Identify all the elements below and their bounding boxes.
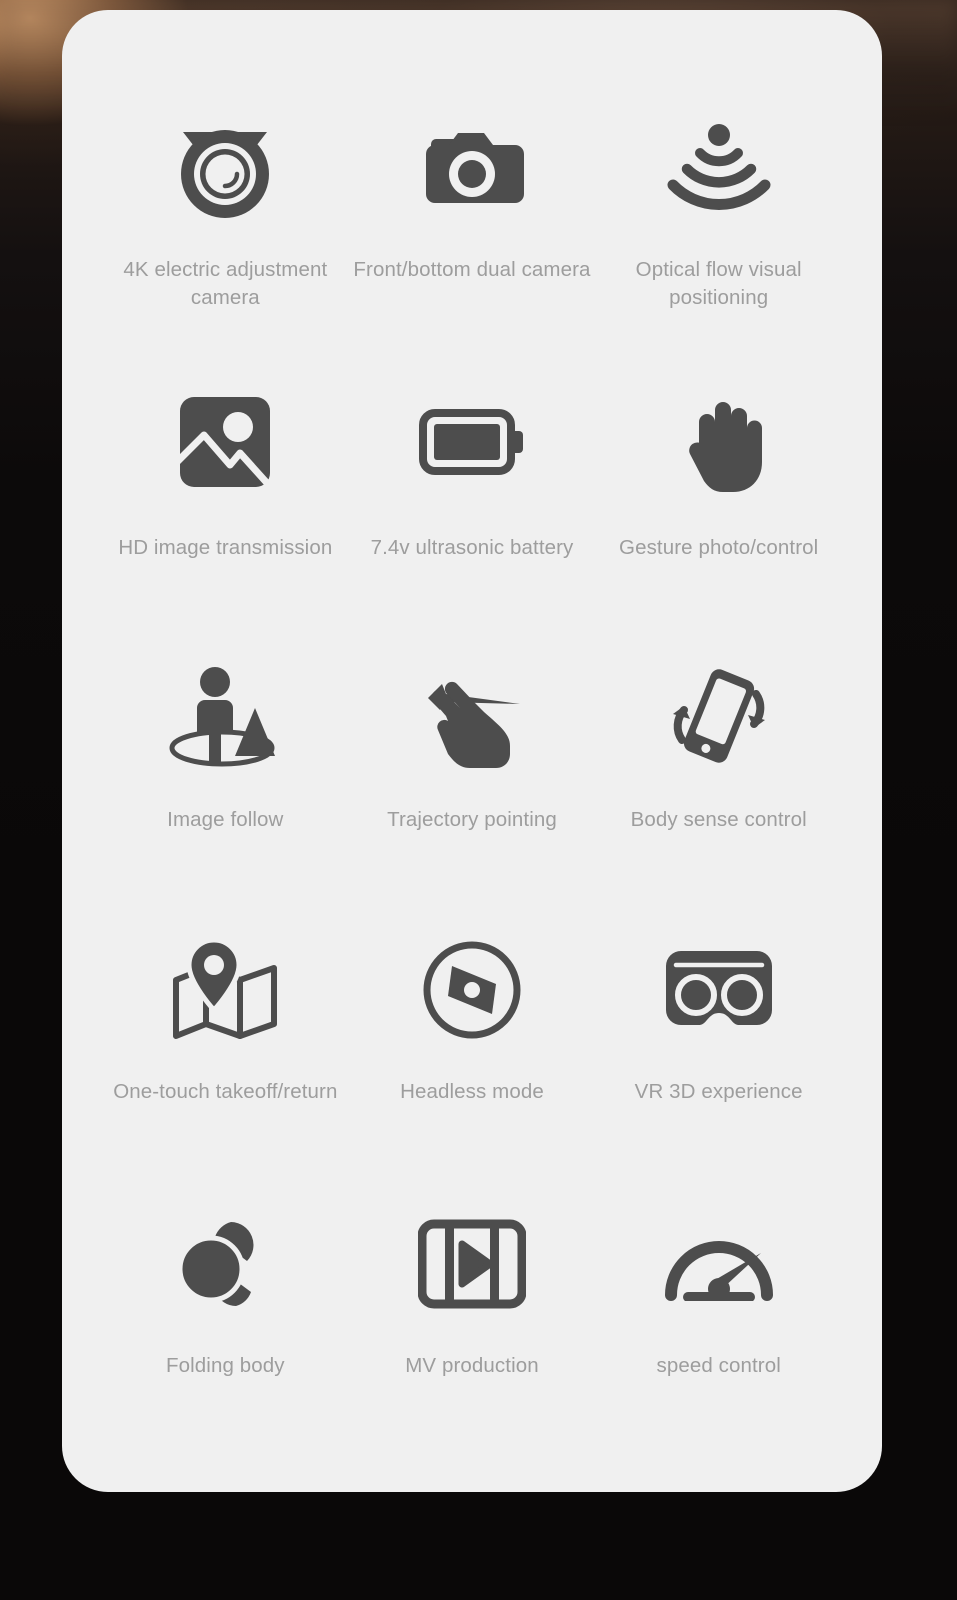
feature-item-ultrasonic-battery[interactable]: 7.4v ultrasonic battery [349, 380, 596, 612]
feature-item-trajectory-pointing[interactable]: Trajectory pointing [349, 654, 596, 886]
feature-item-vr-3d-experience[interactable]: VR 3D experience [595, 928, 842, 1160]
film-play-icon [402, 1202, 542, 1326]
feature-item-body-sense-control[interactable]: Body sense control [595, 654, 842, 886]
feature-item-speed-control[interactable]: speed control [595, 1202, 842, 1434]
feature-item-hd-image-transmission[interactable]: HD image transmission [102, 380, 349, 612]
dome-camera-icon [155, 106, 295, 230]
person-follow-icon [155, 654, 295, 778]
open-hand-icon [649, 380, 789, 504]
battery-icon [402, 380, 542, 504]
feature-label: VR 3D experience [634, 1080, 803, 1103]
tilt-phone-icon [649, 654, 789, 778]
map-pin-icon [155, 928, 295, 1052]
folding-body-icon [155, 1202, 295, 1326]
feature-label: Trajectory pointing [387, 808, 557, 831]
feature-label: 7.4v ultrasonic battery [370, 536, 574, 559]
feature-label: Headless mode [400, 1080, 544, 1103]
feature-label: Image follow [167, 808, 284, 831]
feature-item-mv-production[interactable]: MV production [349, 1202, 596, 1434]
feature-label: MV production [405, 1354, 539, 1377]
photo-camera-icon [402, 106, 542, 230]
feature-label: HD image transmission [118, 536, 333, 559]
vr-goggles-icon [649, 928, 789, 1052]
compass-icon [402, 928, 542, 1052]
feature-item-image-follow[interactable]: Image follow [102, 654, 349, 886]
feature-label: Optical flow visual positioning [635, 258, 802, 309]
feature-label: One-touch takeoff/return [113, 1080, 338, 1103]
feature-label: Folding body [166, 1354, 285, 1377]
feature-item-gesture-photo-control[interactable]: Gesture photo/control [595, 380, 842, 612]
feature-label: 4K electric adjustment camera [123, 258, 328, 309]
feature-item-optical-flow-visual-positioning[interactable]: Optical flow visual positioning [595, 106, 842, 338]
hand-swipe-icon [402, 654, 542, 778]
feature-label: speed control [656, 1354, 781, 1377]
feature-list-card: 4K electric adjustment camera Front/bott… [62, 10, 882, 1492]
optical-flow-waves-icon [649, 106, 789, 230]
feature-item-4k-electric-adjustment-camera[interactable]: 4K electric adjustment camera [102, 106, 349, 338]
feature-item-headless-mode[interactable]: Headless mode [349, 928, 596, 1160]
image-picture-icon [155, 380, 295, 504]
feature-label: Body sense control [630, 808, 807, 831]
feature-item-front-bottom-dual-camera[interactable]: Front/bottom dual camera [349, 106, 596, 338]
feature-item-one-touch-takeoff-return[interactable]: One-touch takeoff/return [102, 928, 349, 1160]
speedometer-icon [649, 1202, 789, 1326]
feature-label: Front/bottom dual camera [353, 258, 591, 281]
feature-label: Gesture photo/control [619, 536, 819, 559]
feature-item-folding-body[interactable]: Folding body [102, 1202, 349, 1434]
